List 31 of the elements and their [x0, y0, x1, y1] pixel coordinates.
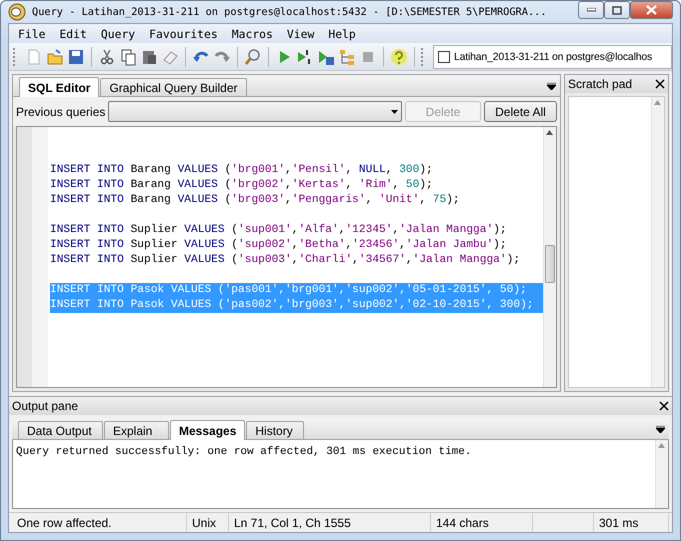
output-tab[interactable]: History: [246, 421, 304, 439]
code-line: INSERT INTO Barang VALUES ('brg002','Kertas', 'Rim', 50);: [50, 178, 434, 193]
menu-item[interactable]: Query: [94, 26, 142, 40]
previous-queries-label: Previous queries: [16, 104, 106, 118]
status-text: One row affected.: [12, 513, 187, 532]
menu-item[interactable]: View: [280, 26, 322, 40]
message-text: Query returned successfully: one row affected, 301 ms execution time.: [15, 445, 472, 460]
menu-item[interactable]: Help: [321, 26, 363, 40]
connection-selector[interactable]: Latihan_2013-31-211 on postgres@localhos: [433, 44, 672, 68]
window-title: Query - Latihan_2013-31-211 on postgres@localhost:5432 - [D:\SEMESTER 5\PEMROGRA...: [32, 6, 548, 18]
code-line: INSERT INTO Suplier VALUES ('sup002','Betha','23456','Jalan Jambu');: [50, 238, 508, 253]
editor-tab[interactable]: SQL Editor: [19, 77, 100, 97]
code-line: INSERT INTO Suplier VALUES ('sup001','Alfa','12345','Jalan Mangga');: [50, 223, 508, 238]
delete-all-button[interactable]: Delete All: [484, 101, 557, 122]
code-line: INSERT INTO Barang VALUES ('brg003','Penggaris', 'Unit', 75);: [50, 193, 461, 208]
status-text: 144 chars: [431, 513, 533, 532]
status-text: Ln 71, Col 1, Ch 1555: [229, 513, 431, 532]
output-tab[interactable]: Messages: [170, 420, 246, 440]
status-text: Unix: [187, 513, 229, 532]
editor-tab[interactable]: Graphical Query Builder: [100, 78, 247, 96]
code-line: INSERT INTO Suplier VALUES ('sup003','Charli','34567','Jalan Mangga');: [50, 253, 522, 268]
output-tab[interactable]: Explain: [104, 421, 169, 439]
menu-item[interactable]: Macros: [224, 26, 280, 40]
code-line: INSERT INTO Barang VALUES ('brg001','Pensil', NULL, 300);: [50, 163, 434, 178]
output-tab[interactable]: Data Output: [18, 421, 103, 439]
menu-item[interactable]: Edit: [52, 26, 94, 40]
scratch-pad-title: Scratch pad: [568, 77, 632, 91]
menu-item[interactable]: File: [11, 26, 52, 40]
status-text: 301 ms: [594, 513, 669, 532]
output-pane-title: Output pane: [12, 399, 78, 413]
menu-item[interactable]: Favourites: [142, 26, 225, 40]
